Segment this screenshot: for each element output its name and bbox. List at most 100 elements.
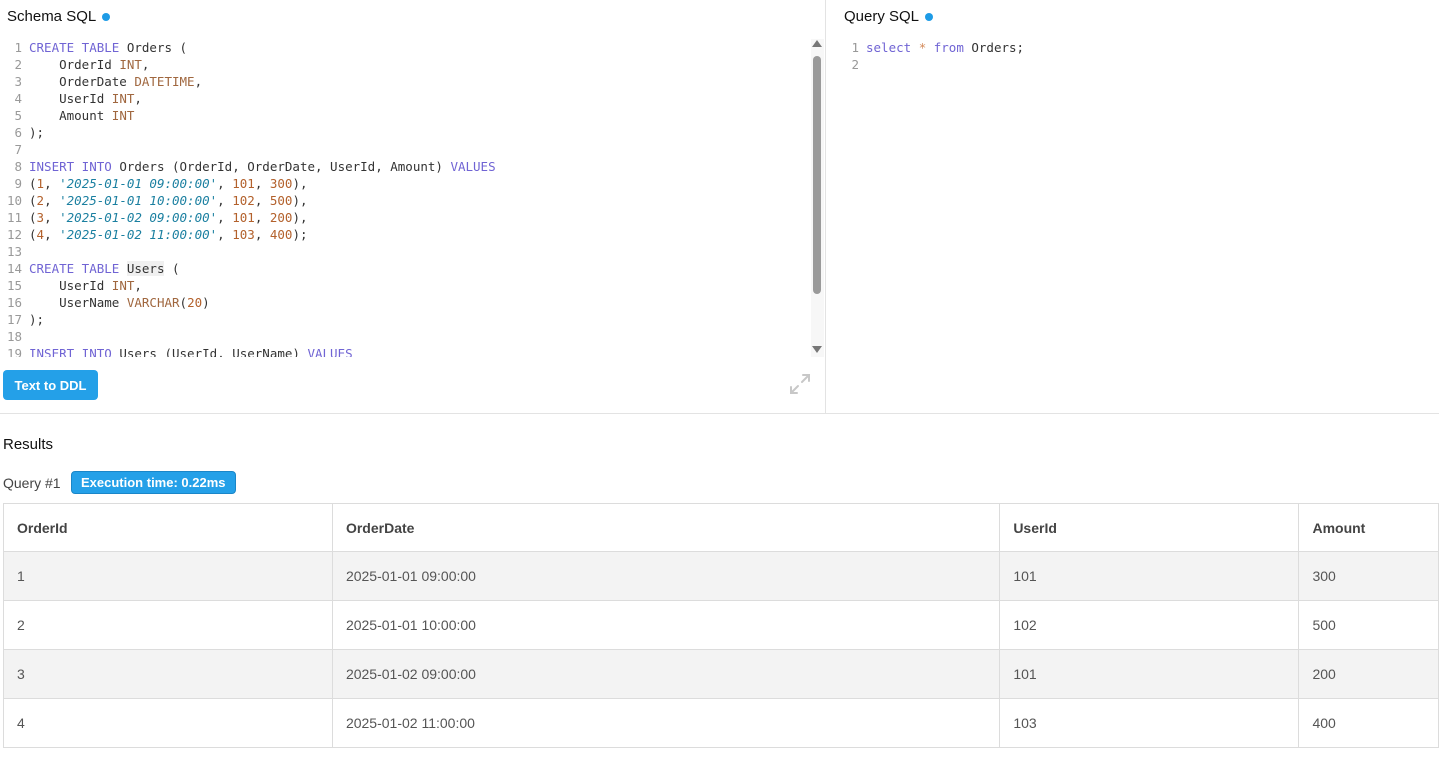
- code-line[interactable]: 19 INSERT INTO Users (UserId, UserName) V…: [0, 345, 810, 357]
- code-text: (4, '2025-01-02 11:00:00', 103, 400);: [29, 226, 308, 243]
- code-line[interactable]: 18: [0, 328, 810, 345]
- code-token: 3: [36, 210, 45, 225]
- table-row: 4 2025-01-02 11:00:00 103 400: [3, 698, 1439, 748]
- code-line[interactable]: 5 Amount INT: [0, 107, 810, 124]
- code-text: );: [29, 124, 44, 141]
- code-token: 20: [187, 295, 203, 310]
- code-token: 500: [269, 193, 293, 208]
- code-token: ,: [254, 210, 270, 225]
- code-text: (1, '2025-01-01 09:00:00', 101, 300),: [29, 175, 308, 192]
- code-line[interactable]: 7: [0, 141, 810, 158]
- schema-editor[interactable]: 1 CREATE TABLE Orders (2 OrderId INT, 3 Or…: [0, 39, 810, 357]
- code-token: CREATE TABLE: [29, 40, 120, 55]
- schema-scrollbar[interactable]: [811, 39, 824, 357]
- arrow-down-icon[interactable]: [812, 346, 822, 353]
- table-cell: 200: [1298, 649, 1439, 699]
- results-title: Results: [3, 436, 54, 453]
- code-token: (: [29, 176, 37, 191]
- code-token: select: [866, 40, 912, 55]
- code-text: UserName VARCHAR(20): [29, 294, 210, 311]
- arrow-up-icon[interactable]: [812, 40, 822, 47]
- code-token: ,: [44, 210, 60, 225]
- table-cell: 2025-01-02 09:00:00: [331, 649, 1001, 699]
- code-line[interactable]: 3 OrderDate DATETIME,: [0, 73, 810, 90]
- code-token: );: [29, 312, 45, 327]
- code-text: CREATE TABLE Orders (: [29, 39, 187, 56]
- code-token: '2025-01-01 09:00:00': [59, 176, 218, 191]
- line-number: 5: [14, 108, 22, 123]
- schema-title: Schema SQL: [7, 8, 111, 25]
- text-to-ddl-button[interactable]: Text to DDL: [3, 370, 98, 400]
- code-line[interactable]: 2 OrderId INT,: [0, 56, 810, 73]
- code-line[interactable]: 6);: [0, 124, 810, 141]
- code-line[interactable]: 4 UserId INT,: [0, 90, 810, 107]
- code-line[interactable]: 16 UserName VARCHAR(20): [0, 294, 810, 311]
- code-line[interactable]: 13: [0, 243, 810, 260]
- code-token: ,: [194, 74, 203, 89]
- code-token: VALUES: [307, 346, 353, 357]
- code-token: 101: [232, 176, 255, 191]
- code-line[interactable]: 14 CREATE TABLE Users (: [0, 260, 810, 277]
- code-token: ,: [217, 227, 233, 242]
- code-token: (: [29, 227, 37, 242]
- code-token: INT: [111, 91, 135, 106]
- code-token: VALUES: [450, 159, 496, 174]
- code-token: ),: [292, 193, 308, 208]
- line-number: 10: [6, 193, 22, 208]
- code-token: Orders (: [119, 40, 188, 55]
- code-token: '2025-01-02 09:00:00': [59, 210, 218, 225]
- code-line[interactable]: 12 (4, '2025-01-02 11:00:00', 103, 400);: [0, 226, 810, 243]
- column-header: OrderId: [3, 503, 333, 552]
- code-token: 400: [269, 227, 293, 242]
- code-token: ,: [44, 193, 60, 208]
- line-number: 14: [6, 261, 22, 276]
- status-dot-icon: [925, 12, 934, 21]
- table-cell: 2025-01-01 09:00:00: [331, 551, 1001, 601]
- code-token: from: [933, 40, 964, 55]
- code-token: ,: [254, 227, 270, 242]
- code-token: );: [29, 125, 45, 140]
- table-cell: 500: [1298, 600, 1439, 650]
- code-line[interactable]: 10 (2, '2025-01-01 10:00:00', 102, 500),: [0, 192, 810, 209]
- code-token: INSERT INTO: [29, 159, 112, 174]
- table-row: 1 2025-01-01 09:00:00 101 300: [3, 551, 1439, 601]
- query-pane: Query SQL 1 select * from Orders; 2: [827, 0, 1439, 413]
- line-number: 15: [6, 278, 22, 293]
- code-line[interactable]: 17);: [0, 311, 810, 328]
- table-header-row: OrderId OrderDate UserId Amount: [3, 503, 1439, 552]
- code-line[interactable]: 15 UserId INT,: [0, 277, 810, 294]
- code-line[interactable]: 1 CREATE TABLE Orders (: [0, 39, 810, 56]
- code-token: UserId: [29, 278, 112, 293]
- line-number: 17: [6, 312, 22, 327]
- code-token: INSERT INTO: [29, 346, 112, 357]
- code-text: Amount INT: [29, 107, 134, 124]
- expand-icon[interactable]: [788, 372, 812, 396]
- line-number: 19: [6, 346, 22, 357]
- code-line[interactable]: 11 (3, '2025-01-02 09:00:00', 101, 200),: [0, 209, 810, 226]
- schema-title-text: Schema SQL: [7, 8, 97, 25]
- line-number: 8: [14, 159, 22, 174]
- code-text: INSERT INTO Users (UserId, UserName) VAL…: [29, 345, 353, 357]
- code-text: );: [29, 311, 44, 328]
- table-cell: 4: [3, 698, 333, 748]
- line-number: 13: [6, 244, 22, 259]
- query-editor[interactable]: 1 select * from Orders; 2: [844, 39, 1434, 99]
- table-cell: 400: [1298, 698, 1439, 748]
- code-token: Orders;: [963, 40, 1025, 55]
- code-line[interactable]: 2: [844, 56, 1434, 73]
- code-line[interactable]: 8 INSERT INTO Orders (OrderId, OrderDate,…: [0, 158, 810, 175]
- code-line[interactable]: 9 (1, '2025-01-01 09:00:00', 101, 300),: [0, 175, 810, 192]
- code-token: '2025-01-02 11:00:00': [59, 227, 218, 242]
- scrollbar-thumb[interactable]: [813, 56, 821, 294]
- execution-time-badge: Execution time: 0.22ms: [71, 471, 236, 494]
- code-token: DATETIME: [134, 74, 195, 89]
- code-line[interactable]: 1 select * from Orders;: [844, 39, 1434, 56]
- code-token: ): [202, 295, 210, 310]
- line-number: 4: [14, 91, 22, 106]
- code-token: OrderDate: [29, 74, 135, 89]
- code-text: select * from Orders;: [866, 39, 1024, 56]
- code-token: (: [29, 210, 37, 225]
- table-cell: 2025-01-01 10:00:00: [331, 600, 1001, 650]
